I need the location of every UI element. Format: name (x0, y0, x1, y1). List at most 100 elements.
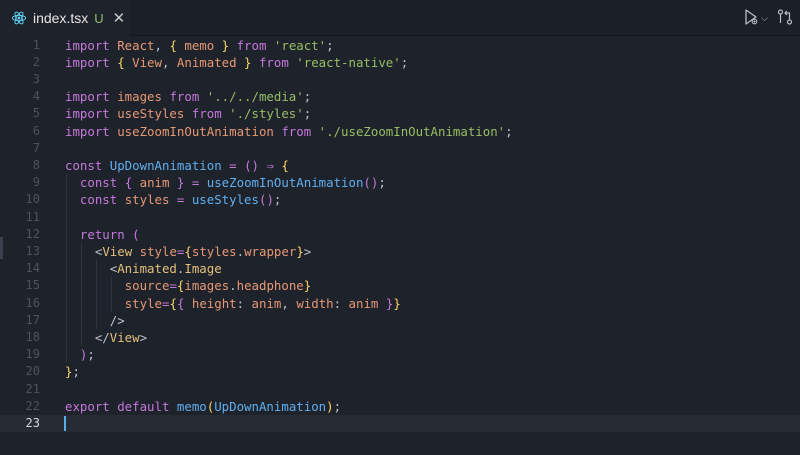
code-line[interactable]: 3 (0, 71, 800, 88)
line-number: 1 (32, 37, 40, 52)
code-line[interactable]: 11 (0, 209, 800, 226)
code-line[interactable]: 12 return ( (0, 226, 800, 243)
code-line[interactable]: 7 (0, 140, 800, 157)
code-line[interactable]: 13 <View style={styles.wrapper}> (0, 243, 800, 260)
line-code: import { View, Animated } from 'react-na… (65, 54, 408, 71)
code-token: } (378, 295, 394, 311)
code-token: { (281, 157, 289, 173)
untracked-badge: U (94, 10, 104, 26)
code-token: headphone (236, 278, 304, 294)
git-compare-icon (776, 8, 794, 30)
code-token: images (184, 278, 230, 294)
code-token: import (65, 106, 118, 122)
line-code: </View> (65, 329, 147, 346)
line-number: 7 (32, 140, 40, 155)
code-token: () (244, 157, 259, 173)
code-line[interactable]: 23 (0, 414, 800, 433)
line-code: style={{ height: anim, width: anim }} (65, 295, 401, 312)
code-token: import (65, 89, 118, 105)
line-number: 4 (32, 89, 40, 104)
code-token: = (169, 192, 192, 208)
code-token: export (65, 398, 118, 414)
line-number: 15 (25, 278, 40, 293)
code-line[interactable]: 1 import React, { memo } from 'react'; (0, 37, 800, 54)
code-line[interactable]: 21 (0, 381, 800, 398)
line-number: 5 (32, 106, 40, 121)
code-token: './styles' (229, 106, 304, 122)
code-token: ; (273, 192, 282, 208)
code-line[interactable]: 9 const { anim } = useZoomInOutAnimation… (0, 174, 800, 191)
code-token: ; (333, 398, 342, 414)
line-code: import images from '../../media'; (65, 88, 311, 105)
code-token: > (303, 243, 312, 259)
code-token: style (124, 295, 162, 311)
code-token: </ (65, 329, 110, 345)
code-line[interactable]: 4 import images from '../../media'; (0, 88, 800, 105)
indent-guide (110, 277, 112, 312)
code-token: ; (505, 123, 513, 139)
tab-index-tsx[interactable]: index.tsx U ✕ (0, 0, 130, 36)
line-code: source={images.headphone} (65, 277, 312, 294)
line-number: 19 (25, 347, 40, 362)
line-code: const UpDownAnimation = () ⇒ { (65, 157, 289, 174)
code-line[interactable]: 19 ); (0, 346, 800, 363)
code-line[interactable]: 8 const UpDownAnimation = () ⇒ { (0, 157, 800, 174)
code-token: UpDownAnimation (214, 398, 327, 414)
code-line[interactable]: 14 <Animated.Image (0, 260, 800, 277)
chevron-down-icon[interactable]: ⌵ (761, 14, 768, 24)
code-token: from (161, 89, 207, 105)
code-token: () (363, 175, 379, 191)
code-line[interactable]: 10 const styles = useStyles(); (0, 191, 800, 208)
text-cursor (64, 415, 66, 432)
code-token: > (139, 329, 148, 345)
code-token: Animated (117, 261, 177, 277)
tab-title: index.tsx (33, 10, 89, 26)
indent-guide (95, 260, 97, 329)
line-number: 17 (25, 312, 40, 327)
code-line[interactable]: 18 </View> (0, 329, 800, 346)
code-token: import (65, 123, 118, 139)
code-editor[interactable]: 1 import React, { memo } from 'react'; 2 im… (0, 36, 800, 455)
code-token: wrapper (244, 243, 297, 259)
code-token: anim (251, 295, 282, 311)
line-code: }; (65, 363, 80, 380)
code-token: View (109, 329, 140, 345)
line-number: 8 (32, 157, 40, 172)
compare-changes-button[interactable] (776, 8, 794, 30)
code-token: ; (303, 106, 312, 122)
gutter-change-marker (0, 236, 3, 259)
line-number: 3 (32, 71, 40, 86)
code-token: : (236, 295, 252, 311)
code-line[interactable]: 6 import useZoomInOutAnimation from './us… (0, 123, 800, 140)
line-code: <Animated.Image (65, 260, 222, 277)
code-token: ; (303, 89, 312, 105)
indent-guide (66, 174, 67, 364)
close-icon[interactable]: ✕ (113, 11, 126, 26)
code-token: useZoomInOutAnimation (117, 123, 274, 139)
line-number: 16 (25, 295, 40, 310)
line-code: import useStyles from './styles'; (65, 105, 311, 122)
line-code: ); (65, 346, 95, 363)
code-token: , (154, 37, 170, 53)
run-debug-button[interactable]: ⌵ (742, 8, 768, 30)
code-token: from (273, 123, 319, 139)
code-line[interactable]: 16 style={{ height: anim, width: anim }} (0, 295, 800, 312)
code-token: from (251, 54, 297, 70)
code-line[interactable]: 17 /> (0, 312, 800, 329)
code-token: memo (184, 37, 215, 53)
code-token: } (236, 54, 252, 70)
code-token: , (161, 54, 177, 70)
code-token: } (214, 37, 230, 53)
code-token: } (169, 175, 185, 191)
code-line[interactable]: 15 source={images.headphone} (0, 277, 800, 294)
line-number: 2 (32, 54, 40, 69)
code-token: '../../media' (206, 89, 304, 105)
code-token: ) (326, 398, 334, 414)
code-line[interactable]: 5 import useStyles from './styles'; (0, 105, 800, 122)
code-line[interactable]: 2 import { View, Animated } from 'react-n… (0, 54, 800, 71)
code-line[interactable]: 22 export default memo(UpDownAnimation); (0, 398, 800, 415)
code-line[interactable]: 20}; (0, 363, 800, 380)
